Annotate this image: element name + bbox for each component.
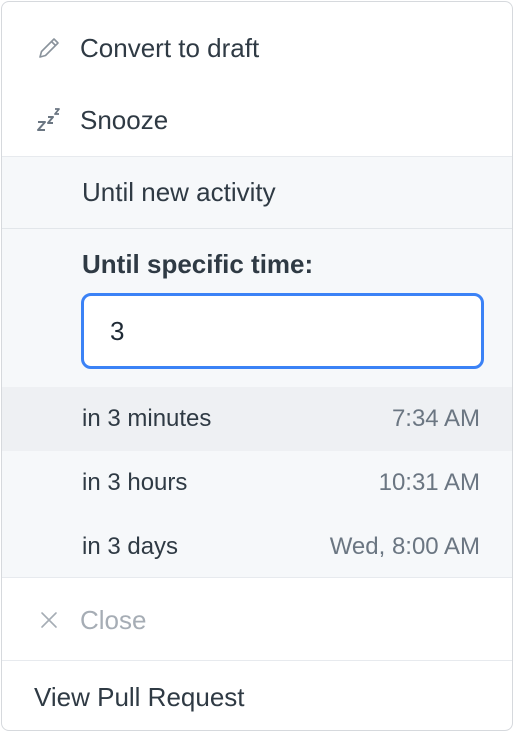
snooze-submenu: Until new activity Until specific time: … [2,156,512,578]
time-suggestion-item[interactable]: in 3 minutes 7:34 AM [2,387,512,451]
close-icon [34,605,64,635]
convert-to-draft-label: Convert to draft [80,32,260,63]
until-specific-time-heading: Until specific time: [82,249,314,279]
zzz-icon [34,105,64,135]
view-pull-request-label: View Pull Request [34,681,245,712]
close-label: Close [80,604,147,635]
suggestion-time: Wed, 8:00 AM [329,533,480,560]
suggestion-time: 7:34 AM [391,405,480,432]
pencil-icon [34,33,64,63]
close-item[interactable]: Close [2,580,512,660]
convert-to-draft-item[interactable]: Convert to draft [2,12,512,84]
suggestion-time: 10:31 AM [378,469,480,496]
suggestion-label: in 3 days [82,533,179,560]
until-new-activity-label: Until new activity [82,177,276,207]
snooze-item[interactable]: Snooze [2,84,512,156]
suggestion-label: in 3 hours [82,469,188,496]
view-pull-request-item[interactable]: View Pull Request [2,661,512,730]
time-suggestion-item[interactable]: in 3 days Wed, 8:00 AM [2,515,512,579]
time-suggestion-item[interactable]: in 3 hours 10:31 AM [2,451,512,515]
snooze-label: Snooze [80,104,169,135]
until-new-activity-item[interactable]: Until new activity [2,157,512,229]
pull-request-actions-menu: Convert to draft Snooze Until new activi… [1,1,513,731]
specific-time-input[interactable] [81,293,484,369]
suggestion-label: in 3 minutes [82,405,212,432]
